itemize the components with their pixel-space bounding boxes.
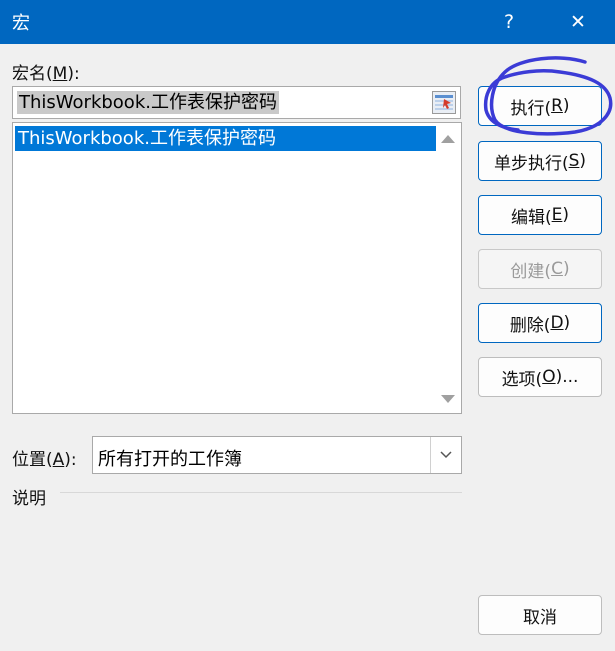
location-select[interactable]: 所有打开的工作簿 [92, 436, 462, 474]
help-button[interactable]: ? [484, 0, 534, 44]
list-item[interactable]: ThisWorkbook.工作表保护密码 [15, 126, 436, 151]
cancel-button[interactable]: 取消 [478, 595, 602, 635]
run-button[interactable]: 执行(R) [478, 86, 602, 126]
edit-button[interactable]: 编辑(E) [478, 195, 602, 235]
macro-name-label: 宏名(M): [12, 64, 80, 84]
scrollbar[interactable] [437, 123, 461, 413]
delete-button[interactable]: 删除(D) [478, 303, 602, 343]
create-button[interactable]: 创建(C) [478, 249, 602, 289]
window-title: 宏 [12, 13, 30, 34]
step-into-button[interactable]: 单步执行(S) [478, 141, 602, 181]
macro-list[interactable]: ThisWorkbook.工作表保护密码 [12, 122, 462, 414]
close-button[interactable]: ✕ [553, 0, 603, 44]
scroll-down-icon[interactable] [441, 395, 455, 403]
divider [60, 492, 462, 493]
options-button[interactable]: 选项(O)... [478, 357, 602, 397]
chevron-down-icon[interactable] [430, 437, 461, 473]
macro-name-value: ThisWorkbook.工作表保护密码 [17, 91, 279, 114]
title-bar: 宏 ? ✕ [0, 0, 615, 44]
macro-name-input[interactable]: ThisWorkbook.工作表保护密码 [12, 86, 461, 119]
location-label: 位置(A): [12, 450, 77, 470]
description-label: 说明 [12, 489, 46, 509]
location-value: 所有打开的工作簿 [98, 449, 242, 470]
scroll-up-icon[interactable] [441, 135, 455, 143]
reference-picker-icon[interactable] [432, 91, 456, 114]
